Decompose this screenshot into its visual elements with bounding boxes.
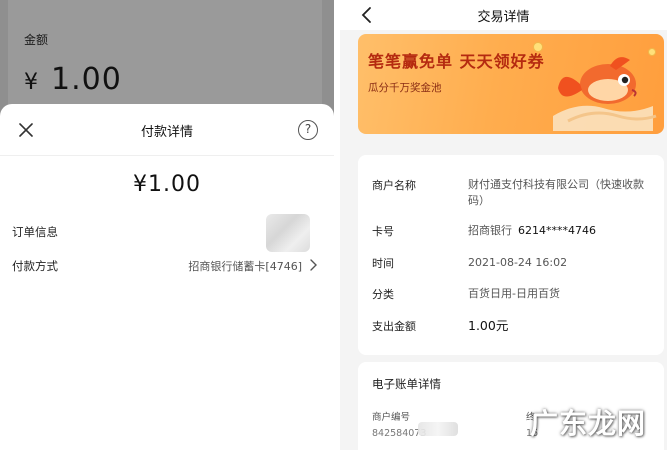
payment-method-row[interactable]: 付款方式 招商银行储蓄卡[4746] bbox=[12, 256, 318, 276]
coin-icon bbox=[533, 42, 543, 52]
transaction-details-screen: 交易详情 笔笔赢免单 天天领好券 瓜分千万奖金池 商户名称 财付通支付科技有限公… bbox=[340, 0, 667, 450]
merchant-name-label: 商户名称 bbox=[372, 179, 416, 192]
card-bank-name: 招商银行 bbox=[468, 224, 512, 237]
help-icon[interactable]: ? bbox=[298, 120, 318, 140]
payment-method-value: 招商银行储蓄卡[4746] bbox=[188, 260, 302, 273]
card-number-row: 卡号 招商银行 6214****4746 bbox=[372, 223, 654, 239]
banner-subtitle: 瓜分千万奖金池 bbox=[368, 82, 442, 94]
time-row: 时间 2021-08-24 16:02 bbox=[372, 255, 654, 271]
merchant-name-row: 商户名称 财付通支付科技有限公司（快速收款码） bbox=[372, 177, 654, 211]
payment-method-label: 付款方式 bbox=[12, 259, 58, 273]
merchant-name-value: 财付通支付科技有限公司（快速收款码） bbox=[468, 178, 644, 207]
promo-banner[interactable]: 笔笔赢免单 天天领好券 瓜分千万奖金池 bbox=[358, 34, 664, 134]
category-value: 百货日用-日用百货 bbox=[468, 287, 560, 300]
merchant-no-label: 商户编号 bbox=[372, 412, 411, 423]
sheet-title: 付款详情 bbox=[140, 125, 193, 140]
background-amount: ¥1.00 bbox=[24, 62, 122, 97]
card-number-label: 卡号 bbox=[372, 225, 394, 238]
payment-amount: ¥1.00 bbox=[133, 172, 201, 197]
expense-amount-label: 支出金额 bbox=[372, 320, 416, 333]
banner-title: 笔笔赢免单 天天领好券 bbox=[368, 52, 545, 71]
payment-details-screen: 金额 ¥1.00 付款详情 ? ¥1.00 订单信息 付款方式 招商银行储蓄卡[… bbox=[0, 0, 334, 450]
nav-bar: 交易详情 bbox=[340, 0, 667, 30]
payment-details-sheet: 付款详情 ? ¥1.00 订单信息 付款方式 招商银行储蓄卡[4746] bbox=[0, 104, 334, 450]
category-row[interactable]: 分类 百货日用-日用百货 bbox=[372, 286, 654, 302]
background-amount-label: 金额 bbox=[24, 33, 49, 47]
time-value: 2021-08-24 16:02 bbox=[468, 256, 568, 269]
nav-title: 交易详情 bbox=[477, 10, 530, 25]
sheet-header: 付款详情 ? bbox=[0, 104, 334, 156]
order-info-label: 订单信息 bbox=[12, 225, 58, 239]
category-label: 分类 bbox=[372, 288, 394, 301]
time-label: 时间 bbox=[372, 257, 394, 270]
order-info-row: 订单信息 bbox=[12, 214, 318, 252]
e-bill-title: 电子账单详情 bbox=[372, 377, 441, 391]
expense-amount-value: 1.00元 bbox=[468, 318, 509, 333]
koi-fish-icon bbox=[553, 57, 657, 131]
card-number-value: 招商银行 6214****4746 bbox=[468, 223, 654, 239]
expense-amount-row: 支出金额 1.00元 bbox=[372, 318, 654, 336]
background-amount-value: 1.00 bbox=[51, 62, 122, 97]
background-currency: ¥ bbox=[24, 70, 39, 95]
chevron-right-icon bbox=[310, 259, 317, 271]
card-masked-number: 6214****4746 bbox=[518, 224, 596, 237]
site-watermark: 广东龙网 bbox=[530, 407, 647, 440]
transaction-info-card: 商户名称 财付通支付科技有限公司（快速收款码） 卡号 招商银行 6214****4… bbox=[358, 155, 664, 355]
order-info-redacted bbox=[266, 214, 310, 252]
merchant-no-redacted bbox=[418, 422, 458, 436]
